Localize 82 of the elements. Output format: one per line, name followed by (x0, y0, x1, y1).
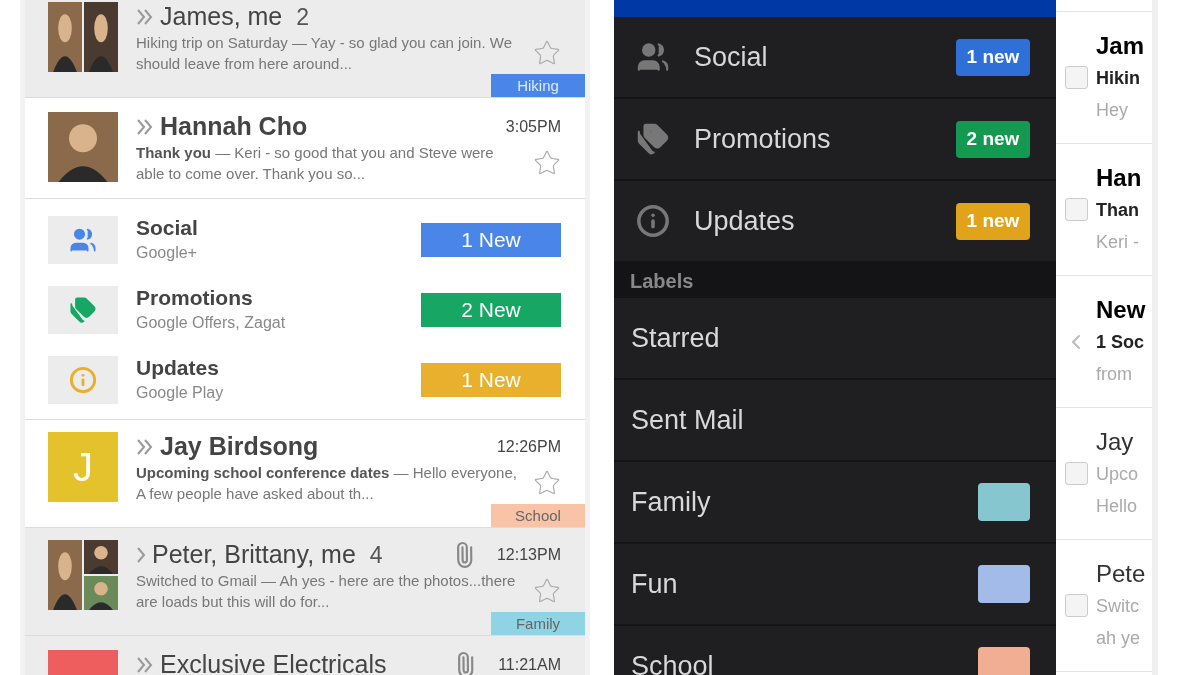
label-name: Starred (631, 321, 721, 355)
email-row[interactable]: James, me 2 Hiking trip on Saturday — Yay - so glad you can join. We should leave from here around... Hiking (25, 0, 585, 98)
email-row[interactable]: Hannah Cho 3:05PM Thank you — Keri - so good that you and Steve were able to come over. Thank you so... (25, 98, 585, 199)
sender-name: Hannah Cho (160, 111, 308, 143)
category-subtitle: Google Offers, Zagat (136, 313, 287, 333)
message-preview: Upcoming school conference dates — Hello everyone, A few people have asked about th... (136, 463, 518, 504)
message-preview: Switched to Gmail — Ah yes - here are the photos...there are loads but this will do for... (136, 571, 517, 612)
time: 12:13PM (496, 545, 561, 565)
subject: Switc (1096, 594, 1140, 618)
sender-name: New (1096, 294, 1146, 325)
chevron-icon (136, 546, 146, 564)
sender-name: Jay Birdsong (160, 431, 319, 463)
sender-name: Jam (1096, 30, 1145, 61)
snippet: from (1096, 362, 1133, 386)
subject: 1 Soc (1096, 330, 1146, 354)
drawer-item[interactable]: Family (614, 462, 1056, 544)
drawer-item-label: Updates (694, 204, 796, 238)
double-chevron-icon (136, 438, 154, 456)
people-icon (69, 226, 97, 254)
letter-avatar: J (48, 432, 118, 502)
sender-name: James, me (160, 1, 283, 33)
label-name: Sent Mail (631, 403, 745, 437)
time: 12:26PM (496, 437, 561, 457)
snippet: Hey (1096, 98, 1129, 122)
sender-name: Exclusive Electricals (160, 649, 387, 675)
new-count-badge: 1 new (956, 202, 1030, 240)
email-row[interactable]: Exclusive Electricals 11:21AM (25, 636, 585, 675)
label-name: Fun (631, 567, 679, 601)
drawer-item[interactable]: Promotions 2 new (614, 99, 1056, 181)
category-title: Social (136, 215, 199, 241)
email-row[interactable]: J Jay Birdsong 12:26PM Upcoming school conference dates — Hello everyone, A few people have asked about th... School (25, 420, 585, 528)
star-icon[interactable] (533, 577, 561, 605)
sender-name: Han (1096, 162, 1142, 193)
star-icon[interactable] (533, 469, 561, 497)
label-name: School (631, 649, 715, 675)
snippet: ah ye (1096, 626, 1142, 650)
tag-icon (69, 296, 97, 324)
message-preview: Thank you — Keri - so good that you and Steve were able to come over. Thank you so... (136, 143, 495, 184)
sender-name: Jay (1096, 426, 1135, 457)
checkbox[interactable] (1064, 594, 1088, 617)
new-count-badge[interactable]: 1 New (421, 223, 561, 257)
sender-name: Pete (1096, 558, 1146, 589)
checkbox[interactable] (1064, 66, 1088, 89)
star-icon[interactable] (533, 149, 561, 177)
email-row[interactable]: Peter, Brittany, me 4 12:13PM Switched to Gmail — Ah yes - here are the photos...there are loads but this will do for... Family (25, 528, 585, 636)
time: 3:05PM (505, 117, 561, 137)
drawer-item-label: Promotions (694, 122, 832, 156)
category-subtitle: Google+ (136, 243, 198, 263)
subject: Hikin (1096, 66, 1141, 90)
time: 11:21AM (498, 655, 561, 675)
snippet: Keri - (1096, 230, 1140, 254)
drawer-item[interactable]: Social 1 new (614, 17, 1056, 99)
category-title: Promotions (136, 285, 254, 311)
star-icon[interactable] (533, 39, 561, 67)
section-header: Labels (630, 268, 694, 294)
message-preview: Hiking trip on Saturday — Yay - so glad you can join. We should leave from here around... (136, 33, 514, 74)
tag-icon (636, 122, 670, 156)
category-subtitle: Google Play (136, 383, 225, 403)
double-chevron-icon (136, 8, 154, 26)
subject: Than (1096, 198, 1140, 222)
message-count: 4 (369, 540, 383, 570)
drawer-item[interactable]: School (614, 626, 1056, 675)
snippet: Hello (1096, 494, 1139, 518)
drawer-item-label: Social (694, 40, 769, 74)
label-tag: Hiking (491, 74, 585, 97)
checkbox[interactable] (1064, 462, 1088, 485)
info-icon (636, 204, 670, 238)
message-count: 2 (296, 2, 310, 32)
category-title: Updates (136, 355, 220, 381)
new-count-badge: 1 new (956, 38, 1030, 76)
label-tag: School (491, 504, 585, 527)
subject: Upco (1096, 462, 1139, 486)
sender-name: Peter, Brittany, me (152, 539, 356, 571)
double-chevron-icon (136, 656, 154, 674)
info-icon (69, 366, 97, 394)
drawer-item[interactable]: Fun (614, 544, 1056, 626)
new-count-badge: 2 new (956, 120, 1030, 158)
label-name: Family (631, 485, 712, 519)
checkbox[interactable] (1064, 198, 1088, 221)
people-icon (636, 40, 670, 74)
label-tag: Family (491, 612, 585, 635)
double-chevron-icon (136, 118, 154, 136)
